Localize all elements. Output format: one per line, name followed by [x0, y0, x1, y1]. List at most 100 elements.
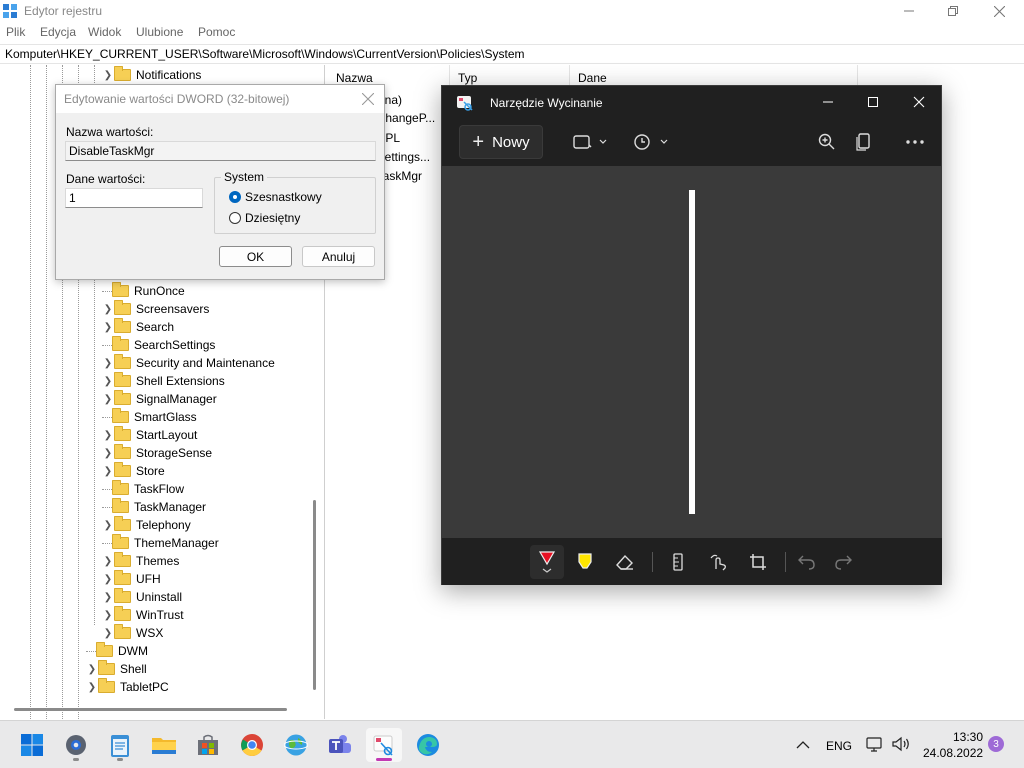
undo-button[interactable]: [792, 548, 822, 576]
taskbar-settings[interactable]: [58, 728, 94, 762]
copy-button[interactable]: [856, 130, 872, 154]
folder-icon: [112, 408, 129, 423]
tree-item-tabletpc[interactable]: ❯ TabletPC: [86, 678, 169, 696]
tree-item-signalmanager[interactable]: ❯ SignalManager: [102, 390, 217, 408]
value-name-field[interactable]: [65, 141, 376, 161]
chevron-right-icon[interactable]: ❯: [86, 682, 98, 693]
close-icon[interactable]: [362, 93, 374, 105]
taskbar-microsoft-store[interactable]: [190, 728, 226, 762]
column-type[interactable]: Typ: [450, 65, 570, 87]
folder-icon: [114, 390, 131, 405]
tree-item-startlayout[interactable]: ❯ StartLayout: [102, 426, 197, 444]
tree-item-taskflow[interactable]: TaskFlow: [102, 480, 184, 498]
tree-item-screensavers[interactable]: ❯ Screensavers: [102, 300, 209, 318]
tree-item-dwm[interactable]: DWM: [86, 642, 148, 660]
tree-item-smartglass[interactable]: SmartGlass: [102, 408, 197, 426]
taskbar-snipping-tool[interactable]: [366, 728, 402, 762]
start-button[interactable]: [14, 728, 50, 762]
radio-hexadecimal[interactable]: Szesnastkowy: [229, 190, 322, 204]
chevron-right-icon[interactable]: ❯: [102, 610, 114, 621]
snip-minimize-button[interactable]: [813, 92, 843, 112]
chevron-right-icon[interactable]: ❯: [102, 304, 114, 315]
chevron-right-icon[interactable]: ❯: [102, 592, 114, 603]
tree-item-runonce[interactable]: RunOnce: [102, 282, 185, 300]
volume-icon[interactable]: [891, 736, 911, 752]
radio-decimal[interactable]: Dziesiętny: [229, 211, 300, 225]
clock-time[interactable]: 13:30: [953, 730, 983, 744]
ok-button[interactable]: OK: [219, 246, 292, 267]
tree-vertical-scrollbar[interactable]: [313, 500, 316, 690]
chevron-right-icon[interactable]: ❯: [102, 430, 114, 441]
tree-item-searchsettings[interactable]: SearchSettings: [102, 336, 215, 354]
delay-dropdown[interactable]: [633, 130, 669, 154]
tree-item-wsx[interactable]: ❯ WSX: [102, 624, 163, 642]
chevron-right-icon[interactable]: ❯: [102, 466, 114, 477]
chevron-right-icon[interactable]: ❯: [102, 520, 114, 531]
column-data[interactable]: Dane: [570, 65, 858, 87]
notification-badge[interactable]: 3: [988, 736, 1004, 752]
taskbar-file-explorer[interactable]: [146, 728, 182, 762]
highlighter-icon: [578, 553, 592, 569]
chevron-right-icon[interactable]: ❯: [102, 376, 114, 387]
tree-item-wintrust[interactable]: ❯ WinTrust: [102, 606, 184, 624]
snip-mode-dropdown[interactable]: [573, 130, 607, 154]
chevron-right-icon[interactable]: ❯: [102, 358, 114, 369]
tree-item-storagesense[interactable]: ❯ StorageSense: [102, 444, 212, 462]
address-bar[interactable]: Komputer\HKEY_CURRENT_USER\Software\Micr…: [0, 44, 1024, 64]
taskbar-chrome[interactable]: [234, 728, 270, 762]
chevron-right-icon[interactable]: ❯: [102, 322, 114, 333]
chevron-right-icon[interactable]: ❯: [102, 556, 114, 567]
tree-item-themes[interactable]: ❯ Themes: [102, 552, 179, 570]
tree-item-ufh[interactable]: ❯ UFH: [102, 570, 161, 588]
menu-view[interactable]: Widok: [88, 25, 121, 39]
tree-item-shell-extensions[interactable]: ❯ Shell Extensions: [102, 372, 225, 390]
maximize-button[interactable]: [930, 0, 976, 22]
tree-item-search[interactable]: ❯ Search: [102, 318, 174, 336]
chevron-right-icon[interactable]: ❯: [102, 628, 114, 639]
crop-button[interactable]: [743, 548, 773, 576]
touch-writing-button[interactable]: [703, 548, 733, 576]
ballpoint-pen-button[interactable]: [530, 545, 564, 579]
redo-button[interactable]: [828, 548, 858, 576]
chevron-right-icon[interactable]: ❯: [86, 664, 98, 675]
input-language[interactable]: ENG: [826, 739, 852, 753]
tree-item-thememanager[interactable]: ThemeManager: [102, 534, 219, 552]
clock-date[interactable]: 24.08.2022: [923, 746, 983, 760]
network-monitor-icon[interactable]: [866, 736, 884, 752]
snip-maximize-button[interactable]: [858, 92, 888, 112]
chevron-up-icon[interactable]: [796, 740, 810, 750]
menu-edit[interactable]: Edycja: [40, 25, 76, 39]
snip-close-button[interactable]: [904, 92, 934, 112]
close-button[interactable]: [976, 0, 1022, 22]
tree-item-uninstall[interactable]: ❯ Uninstall: [102, 588, 182, 606]
menu-bar: Plik Edycja Widok Ulubione Pomoc: [0, 22, 1024, 42]
cancel-button[interactable]: Anuluj: [302, 246, 375, 267]
menu-file[interactable]: Plik: [6, 25, 25, 39]
tree-item-security-and-maintenance[interactable]: ❯ Security and Maintenance: [102, 354, 275, 372]
chevron-right-icon[interactable]: ❯: [102, 70, 114, 81]
taskbar-network-globe[interactable]: [278, 728, 314, 762]
minimize-button[interactable]: [886, 0, 932, 22]
tree-item-telephony[interactable]: ❯ Telephony: [102, 516, 191, 534]
value-data-field[interactable]: [65, 188, 203, 208]
taskbar-edge[interactable]: [410, 728, 446, 762]
eraser-button[interactable]: [610, 548, 640, 576]
highlighter-button[interactable]: [570, 548, 600, 576]
tree-item-taskmanager[interactable]: TaskManager: [102, 498, 206, 516]
chevron-right-icon[interactable]: ❯: [102, 574, 114, 585]
globe-icon: [284, 734, 308, 756]
menu-favorites[interactable]: Ulubione: [136, 25, 183, 39]
zoom-button[interactable]: [818, 130, 836, 154]
chevron-right-icon[interactable]: ❯: [102, 448, 114, 459]
tree-item-notifications[interactable]: ❯ Notifications: [102, 66, 201, 84]
new-snip-button[interactable]: + Nowy: [459, 125, 543, 159]
tree-horizontal-scrollbar[interactable]: [14, 708, 287, 711]
tree-item-shell[interactable]: ❯ Shell: [86, 660, 147, 678]
menu-help[interactable]: Pomoc: [198, 25, 235, 39]
more-options-button[interactable]: [906, 130, 924, 154]
chevron-right-icon[interactable]: ❯: [102, 394, 114, 405]
taskbar-notepad[interactable]: [102, 728, 138, 762]
tree-item-store[interactable]: ❯ Store: [102, 462, 165, 480]
taskbar-teams[interactable]: [322, 728, 358, 762]
ruler-button[interactable]: [663, 548, 693, 576]
